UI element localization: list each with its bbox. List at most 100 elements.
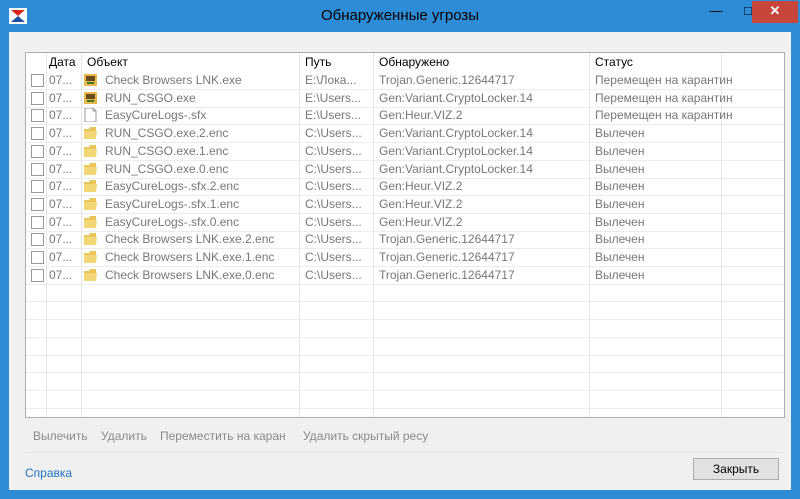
header-date[interactable]: Дата <box>49 55 76 69</box>
row-path: C:\Users... <box>305 232 362 247</box>
empty-row <box>26 355 784 374</box>
folder-icon <box>83 197 98 211</box>
folder-icon <box>83 232 98 246</box>
table-row[interactable]: 07... RUN_CSGO.exe.1.enc C:\Users... Gen:Va… <box>26 143 784 161</box>
row-object: RUN_CSGO.exe.1.enc <box>105 143 229 158</box>
header-detected[interactable]: Обнаружено <box>379 55 449 69</box>
title-bar[interactable]: Обнаруженные угрозы — □ ✕ <box>1 1 799 32</box>
row-status: Вылечен <box>595 161 645 176</box>
empty-row <box>26 408 784 417</box>
exe-app-icon <box>83 91 98 105</box>
row-detected: Gen:Variant.CryptoLocker.14 <box>379 126 533 141</box>
row-date: 07... <box>49 267 73 282</box>
row-date: 07... <box>49 196 73 211</box>
row-date: 07... <box>49 73 73 87</box>
row-date: 07... <box>49 250 73 264</box>
row-object: EasyCureLogs-.sfx.2.enc <box>105 179 240 194</box>
close-window-button[interactable]: ✕ <box>752 1 798 23</box>
threats-table[interactable]: Дата Объект Путь Обнаружено Статус 07...… <box>25 52 785 418</box>
folder-icon <box>83 126 98 140</box>
file-icon <box>83 107 98 123</box>
window-title: Обнаруженные угрозы <box>320 7 480 24</box>
empty-row <box>26 284 784 303</box>
row-date: 07... <box>49 108 73 123</box>
row-detected: Gen:Heur.VIZ.2 <box>379 196 463 211</box>
row-path: C:\Users... <box>305 250 362 264</box>
table-row[interactable]: 07... Check Browsers LNK.exe.2.enc C:\User… <box>26 231 784 250</box>
row-path: E:\Users... <box>305 108 362 123</box>
row-status: Вылечен <box>595 126 645 141</box>
row-path: C:\Users... <box>305 179 362 194</box>
exe-app-icon <box>83 73 98 87</box>
row-path: C:\Users... <box>305 126 362 141</box>
row-path: C:\Users... <box>305 214 362 229</box>
row-detected: Gen:Heur.VIZ.2 <box>379 179 463 194</box>
empty-row <box>26 320 784 338</box>
delete-button[interactable]: Удалить <box>101 429 153 445</box>
row-path: C:\Users... <box>305 161 362 176</box>
header-path[interactable]: Путь <box>305 55 331 69</box>
folder-icon <box>83 215 98 229</box>
row-checkbox[interactable] <box>31 233 44 247</box>
table-row[interactable]: 07... RUN_CSGO.exe.2.enc C:\Users... Gen:Va… <box>26 125 784 144</box>
row-checkbox[interactable] <box>31 127 44 141</box>
header-object[interactable]: Объект <box>87 55 128 69</box>
table-row[interactable]: 07... Check Browsers LNK.exe E:\Лока... Tro… <box>26 72 784 90</box>
folder-icon <box>83 179 98 193</box>
table-row[interactable]: 07... EasyCureLogs-.sfx E:\Users... Gen:Heu… <box>26 107 784 126</box>
folder-icon <box>83 162 98 176</box>
row-checkbox[interactable] <box>31 215 44 229</box>
table-row[interactable]: 07... EasyCureLogs-.sfx.2.enc C:\Users... G… <box>26 178 784 197</box>
table-row[interactable]: 07... RUN_CSGO.exe.0.enc C:\Users... Gen:Va… <box>26 161 784 179</box>
table-row[interactable]: 07... EasyCureLogs-.sfx.0.enc C:\Users... G… <box>26 214 784 232</box>
threats-window: Обнаруженные угрозы — □ ✕ Дата Объект Пу… <box>0 0 800 499</box>
row-checkbox[interactable] <box>31 268 44 282</box>
row-date: 07... <box>49 126 73 141</box>
row-checkbox[interactable] <box>31 162 44 176</box>
row-object: RUN_CSGO.exe <box>105 90 196 105</box>
row-path: E:\Users... <box>305 90 362 105</box>
divider <box>25 452 783 453</box>
empty-row <box>26 338 784 356</box>
cure-button[interactable]: Вылечить <box>33 429 91 445</box>
row-detected: Gen:Variant.CryptoLocker.14 <box>379 90 533 105</box>
empty-row <box>26 373 784 391</box>
delete-hidden-resource-button[interactable]: Удалить скрытый ресу <box>303 429 431 445</box>
table-row[interactable]: 07... Check Browsers LNK.exe.0.enc C:\User… <box>26 267 784 285</box>
row-detected: Gen:Heur.VIZ.2 <box>379 214 463 229</box>
row-checkbox[interactable] <box>31 109 44 123</box>
minimize-button[interactable]: — <box>699 1 733 23</box>
row-date: 07... <box>49 214 73 229</box>
client-area: Дата Объект Путь Обнаружено Статус 07...… <box>9 32 791 490</box>
row-status: Вылечен <box>595 143 645 158</box>
table-row[interactable]: 07... Check Browsers LNK.exe.1.enc C:\User… <box>26 249 784 267</box>
row-detected: Gen:Variant.CryptoLocker.14 <box>379 143 533 158</box>
row-object: RUN_CSGO.exe.0.enc <box>105 161 229 176</box>
row-path: E:\Лока... <box>305 73 357 87</box>
row-date: 07... <box>49 179 73 194</box>
row-date: 07... <box>49 143 73 158</box>
row-object: EasyCureLogs-.sfx.1.enc <box>105 196 240 211</box>
help-link[interactable]: Справка <box>25 466 72 480</box>
row-checkbox[interactable] <box>31 91 44 105</box>
row-status: Вылечен <box>595 179 645 194</box>
row-detected: Trojan.Generic.12644717 <box>379 267 515 282</box>
row-object: Check Browsers LNK.exe.2.enc <box>105 232 275 247</box>
row-path: C:\Users... <box>305 267 362 282</box>
table-row[interactable]: 07... RUN_CSGO.exe E:\Users... Gen:Variant.… <box>26 90 784 108</box>
row-detected: Trojan.Generic.12644717 <box>379 73 515 87</box>
row-date: 07... <box>49 90 73 105</box>
close-button[interactable]: Закрыть <box>693 458 779 480</box>
row-detected: Gen:Variant.CryptoLocker.14 <box>379 161 533 176</box>
row-checkbox[interactable] <box>31 74 44 87</box>
row-checkbox[interactable] <box>31 144 44 158</box>
table-row[interactable]: 07... EasyCureLogs-.sfx.1.enc C:\Users... G… <box>26 196 784 214</box>
row-checkbox[interactable] <box>31 197 44 211</box>
header-status[interactable]: Статус <box>595 55 633 69</box>
row-checkbox[interactable] <box>31 251 44 264</box>
row-path: C:\Users... <box>305 196 362 211</box>
table-header: Дата Объект Путь Обнаружено Статус <box>26 53 784 71</box>
row-object: Check Browsers LNK.exe <box>105 73 242 87</box>
row-checkbox[interactable] <box>31 180 44 194</box>
move-to-quarantine-button[interactable]: Переместить на каран <box>160 429 288 445</box>
